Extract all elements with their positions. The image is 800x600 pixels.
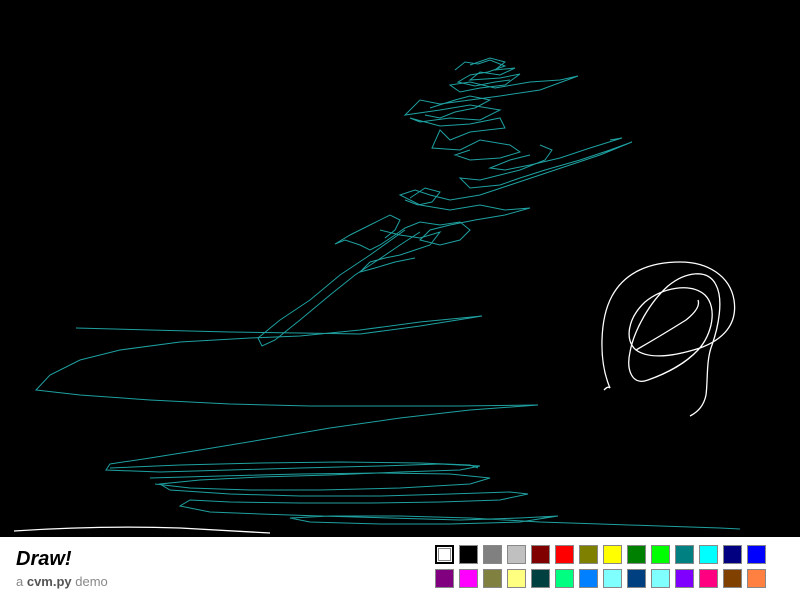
white-stroke: [603, 386, 611, 391]
white-stroke: [601, 261, 736, 417]
subtitle-module-name: cvm.py: [26, 574, 72, 589]
color-swatch[interactable]: [675, 569, 694, 588]
white-stroke: [635, 299, 700, 351]
color-swatch[interactable]: [723, 569, 742, 588]
drawing-canvas[interactable]: [0, 0, 800, 537]
color-swatch[interactable]: [459, 569, 478, 588]
color-swatch[interactable]: [651, 545, 670, 564]
color-swatch[interactable]: [627, 569, 646, 588]
color-swatch[interactable]: [459, 545, 478, 564]
color-swatch[interactable]: [435, 545, 454, 564]
subtitle-prefix: a: [16, 574, 27, 589]
bottom-toolbar: Draw! a cvm.py demo: [0, 537, 800, 600]
color-swatch[interactable]: [627, 545, 646, 564]
teal-stroke: [105, 404, 741, 530]
color-swatch[interactable]: [651, 569, 670, 588]
color-swatch[interactable]: [675, 545, 694, 564]
white-strokes: [13, 261, 736, 534]
color-swatch[interactable]: [699, 569, 718, 588]
color-swatch[interactable]: [603, 545, 622, 564]
color-swatch[interactable]: [747, 569, 766, 588]
draw-app: Draw! a cvm.py demo: [0, 0, 800, 600]
color-swatch[interactable]: [699, 545, 718, 564]
white-stroke: [13, 526, 271, 534]
color-swatch[interactable]: [435, 569, 454, 588]
app-title: Draw!: [16, 548, 72, 570]
color-swatch[interactable]: [531, 569, 550, 588]
teal-stroke: [334, 141, 633, 251]
app-subtitle: a cvm.py demo: [16, 574, 108, 589]
color-swatch[interactable]: [579, 545, 598, 564]
teal-stroke: [257, 229, 421, 347]
color-swatch[interactable]: [723, 545, 742, 564]
color-palette: [435, 545, 766, 588]
color-swatch[interactable]: [507, 545, 526, 564]
color-swatch[interactable]: [483, 545, 502, 564]
color-swatch[interactable]: [531, 545, 550, 564]
teal-strokes: [34, 57, 741, 530]
color-swatch[interactable]: [579, 569, 598, 588]
color-swatch[interactable]: [555, 569, 574, 588]
teal-stroke: [34, 315, 539, 407]
drawing-surface[interactable]: [0, 0, 800, 537]
teal-stroke: [358, 229, 442, 273]
subtitle-suffix: demo: [71, 574, 108, 589]
teal-stroke: [403, 57, 579, 161]
color-swatch[interactable]: [507, 569, 526, 588]
color-swatch[interactable]: [483, 569, 502, 588]
color-swatch[interactable]: [555, 545, 574, 564]
teal-stroke: [454, 59, 511, 87]
color-swatch[interactable]: [747, 545, 766, 564]
color-swatch[interactable]: [603, 569, 622, 588]
